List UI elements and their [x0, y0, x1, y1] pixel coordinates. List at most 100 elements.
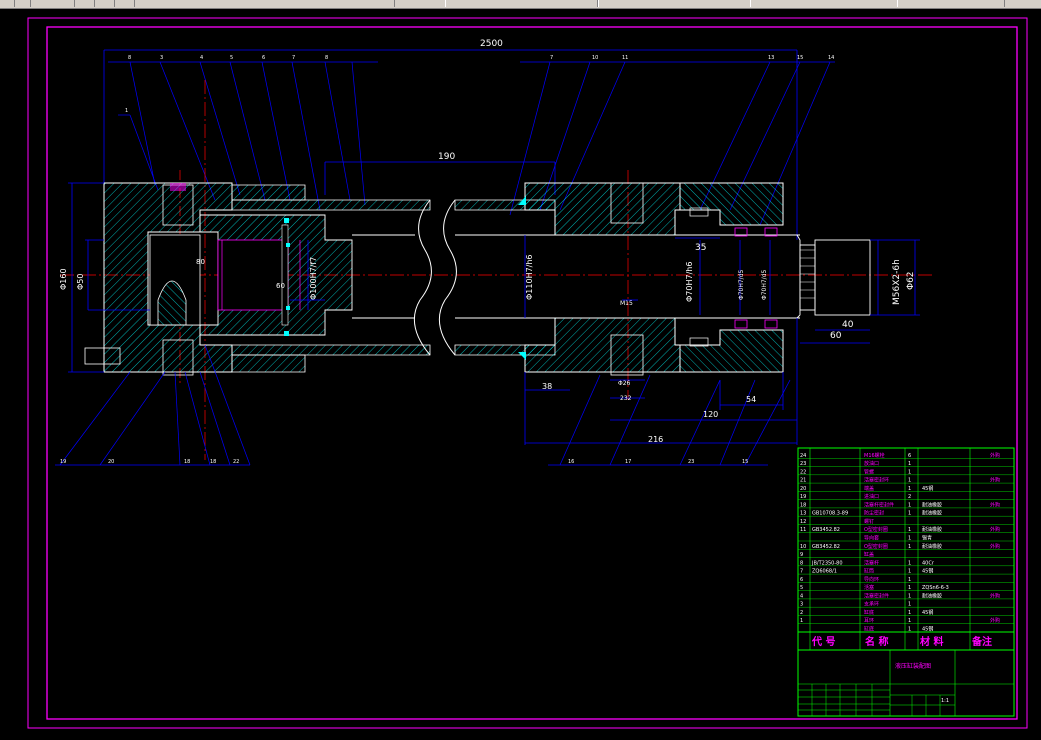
toolbar-button[interactable]	[80, 0, 95, 7]
table-cell-mat: 耐油橡胶	[922, 510, 942, 517]
table-cell-no: 3	[800, 602, 803, 608]
table-cell-name: O型密封圈	[864, 526, 888, 533]
svg-text:22: 22	[233, 459, 239, 465]
table-cell-qty: 1	[908, 502, 911, 508]
table-cell-name: 缸筒	[864, 568, 874, 575]
dim-54: 54	[746, 395, 756, 404]
toolbar-button[interactable]	[120, 0, 135, 7]
table-cell-no: 1	[800, 618, 803, 624]
table-cell-no: 6	[800, 577, 803, 583]
table-cell-note: 外购	[990, 501, 1000, 508]
table-cell-name: O型密封圈	[864, 543, 888, 550]
table-cell-note: 外购	[990, 526, 1000, 533]
table-cell-name: 放油口	[864, 460, 879, 467]
toolbar-button[interactable]	[0, 0, 15, 7]
dim-d70: Φ70H7/h6	[685, 262, 694, 302]
layer-dropdown[interactable]	[445, 0, 598, 7]
svg-text:20: 20	[108, 459, 114, 465]
toolbar-button[interactable]	[100, 0, 115, 7]
svg-text:14: 14	[828, 55, 834, 61]
table-cell-name: 活塞杆密封件	[864, 501, 894, 508]
table-cell-no: 4	[800, 593, 803, 599]
table-cell-qty: 1	[908, 627, 911, 633]
table-cell-no: 19	[800, 494, 806, 500]
table-cell-name: 缸底	[864, 609, 874, 616]
svg-text:8: 8	[128, 55, 131, 61]
table-cell-qty: 1	[908, 560, 911, 566]
table-cell-qty: 1	[908, 461, 911, 467]
table-header-name: 名 称	[865, 635, 888, 648]
rod-end	[783, 234, 871, 319]
table-header-mat: 材 料	[920, 635, 943, 648]
toolbar-button[interactable]	[380, 0, 395, 7]
table-cell-qty: 1	[908, 469, 911, 475]
table-cell-qty: 1	[908, 610, 911, 616]
table-cell-name: 进油口	[864, 493, 879, 500]
table-cell-no: 20	[800, 486, 806, 492]
svg-text:10: 10	[592, 55, 598, 61]
svg-text:16: 16	[568, 459, 574, 465]
table-cell-mat: 耐油橡胶	[922, 543, 942, 550]
dim-60b: 60	[830, 331, 842, 341]
toolbar-button[interactable]	[60, 0, 75, 7]
table-cell-qty: 6	[908, 453, 911, 459]
dim-216: 216	[648, 435, 663, 444]
table-cell-qty: 1	[908, 536, 911, 542]
svg-text:15: 15	[742, 459, 748, 465]
dim-d50: Φ50	[76, 274, 85, 290]
drawing-canvas[interactable]: 2500 834 567 8 7 10 11 13 15 14 1 190 19…	[0, 9, 1041, 736]
table-header-code: 代 号	[811, 635, 835, 648]
color-dropdown[interactable]	[598, 0, 751, 7]
svg-text:5: 5	[230, 55, 233, 61]
table-cell-no: 24	[800, 453, 806, 459]
table-cell-mat: 45钢	[922, 485, 933, 492]
dim-35: 35	[695, 243, 706, 253]
lineweight-dropdown[interactable]	[897, 0, 1005, 7]
title-block-title: 液压缸装配图	[895, 662, 931, 670]
dim-d110: Φ110H7/h6	[525, 254, 534, 300]
table-cell-qty: 1	[908, 593, 911, 599]
outer-border	[27, 17, 1028, 729]
svg-text:6: 6	[262, 55, 265, 61]
dim-40: 40	[842, 320, 854, 330]
table-cell-code: JB/T2350-80	[811, 560, 843, 566]
table-cell-mat: 耐油橡胶	[922, 501, 942, 508]
piston	[199, 214, 353, 336]
table-cell-name: 缸盖	[864, 551, 874, 558]
svg-text:8: 8	[325, 55, 328, 61]
table-cell-code: ZQ6068/1	[812, 569, 837, 575]
table-cell-no: 2	[800, 610, 803, 616]
dim-38: 38	[542, 382, 552, 391]
table-cell-mat: 45钢	[922, 626, 933, 633]
table-cell-note: 外购	[990, 452, 1000, 459]
linetype-dropdown[interactable]	[750, 0, 898, 7]
dim-m15: M15	[620, 300, 633, 307]
table-cell-mat: 耐油橡胶	[922, 592, 942, 599]
title-block-scale: 1:1	[941, 698, 949, 704]
table-cell-name: 支承环	[864, 601, 879, 608]
dim-d70c: Φ70H7/d5	[761, 269, 768, 300]
table-cell-no: 10	[800, 544, 806, 550]
dim-d26: Φ26	[618, 380, 631, 387]
table-cell-mat: 40Cr	[922, 560, 935, 566]
dim-60: 60	[276, 282, 285, 290]
table-cell-name: 端盖	[864, 485, 874, 492]
table-cell-name: 螺钉	[864, 518, 874, 525]
dim-d100: Φ100H7/f7	[309, 257, 318, 300]
table-cell-qty: 1	[908, 618, 911, 624]
svg-text:18: 18	[210, 459, 216, 465]
table-cell-note: 外购	[990, 617, 1000, 624]
table-cell-no: 12	[800, 519, 806, 525]
table-cell-name: M16螺栓	[864, 452, 885, 459]
balloon-labels-top: 8 3 4 5 6 7 8 7 10 11 13 15 14 1	[125, 55, 834, 114]
table-cell-mat: 锡青	[922, 535, 932, 542]
cylinder-bottom	[84, 182, 233, 376]
svg-text:18: 18	[184, 459, 190, 465]
dim-thread: M56X2-6h	[892, 259, 902, 305]
dim-d32: 232	[620, 395, 632, 402]
svg-text:15: 15	[797, 55, 803, 61]
table-cell-qty: 1	[908, 585, 911, 591]
table-cell-qty: 1	[908, 544, 911, 550]
toolbar-button[interactable]	[16, 0, 31, 7]
table-cell-no: 13	[800, 511, 806, 517]
